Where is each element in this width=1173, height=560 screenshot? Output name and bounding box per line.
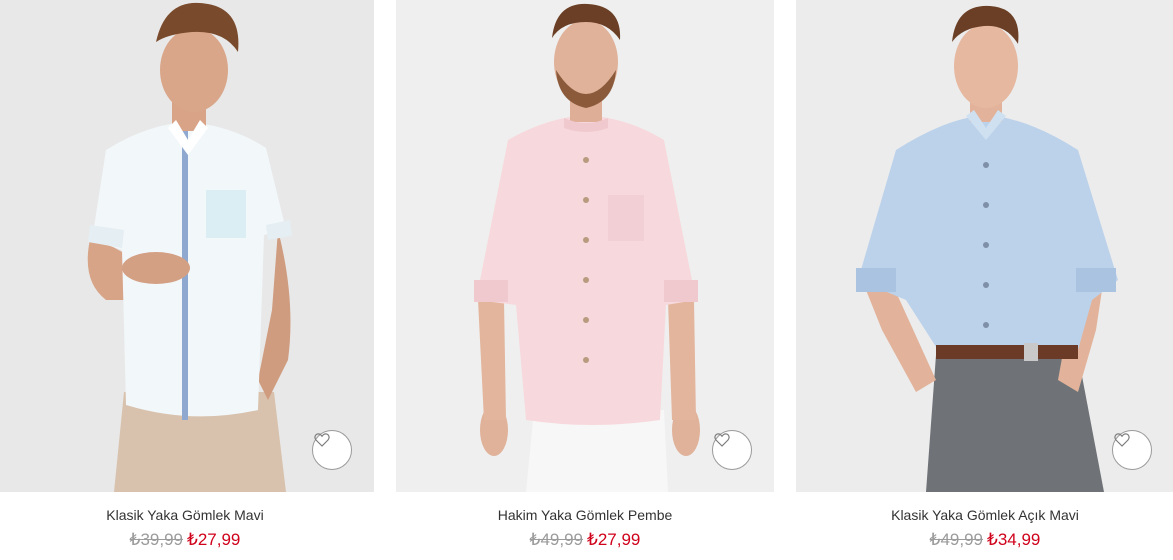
product-card[interactable]: Klasik Yaka Gömlek Mavi ₺39,99 ₺27,99 (0, 0, 374, 560)
favorite-button[interactable] (1112, 430, 1152, 470)
product-price: ₺39,99 ₺27,99 (0, 530, 374, 550)
product-price: ₺49,99 ₺27,99 (396, 530, 774, 550)
sale-price: ₺34,99 (987, 530, 1041, 549)
product-name[interactable]: Klasik Yaka Gömlek Mavi (0, 507, 374, 523)
sale-price: ₺27,99 (587, 530, 641, 549)
old-price: ₺49,99 (929, 530, 983, 549)
model-photo (0, 0, 374, 492)
product-name[interactable]: Hakim Yaka Gömlek Pembe (396, 507, 774, 523)
model-photo (396, 0, 774, 492)
favorite-button[interactable] (312, 430, 352, 470)
heart-outline-icon (1114, 433, 1130, 447)
product-grid: Klasik Yaka Gömlek Mavi ₺39,99 ₺27,99 Ha… (0, 0, 1173, 560)
heart-outline-icon (314, 433, 330, 447)
old-price: ₺49,99 (529, 530, 583, 549)
product-image[interactable] (796, 0, 1173, 492)
old-price: ₺39,99 (129, 530, 183, 549)
favorite-button[interactable] (712, 430, 752, 470)
product-card[interactable]: Hakim Yaka Gömlek Pembe ₺49,99 ₺27,99 (396, 0, 774, 560)
product-image[interactable] (396, 0, 774, 492)
product-name[interactable]: Klasik Yaka Gömlek Açık Mavi (796, 507, 1173, 523)
sale-price: ₺27,99 (187, 530, 241, 549)
product-card[interactable]: Klasik Yaka Gömlek Açık Mavi ₺49,99 ₺34,9… (796, 0, 1173, 560)
heart-outline-icon (714, 433, 730, 447)
model-photo (796, 0, 1173, 492)
product-price: ₺49,99 ₺34,99 (796, 530, 1173, 550)
product-image[interactable] (0, 0, 374, 492)
